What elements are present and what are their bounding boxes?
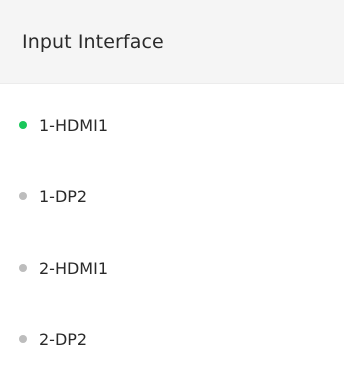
status-dot-icon [19,264,27,272]
input-item-label: 1-HDMI1 [39,115,109,135]
input-item-label: 2-DP2 [39,329,88,349]
input-item-label: 2-HDMI1 [39,258,109,278]
input-item-2-dp2[interactable]: 2-DP2 [0,317,344,361]
input-item-1-dp2[interactable]: 1-DP2 [0,174,344,218]
status-dot-icon [19,192,27,200]
input-interface-panel: Input Interface 1-HDMI1 1-DP2 2-HDMI1 2-… [0,0,344,365]
input-item-label: 1-DP2 [39,186,88,206]
input-item-2-hdmi1[interactable]: 2-HDMI1 [0,246,344,290]
status-dot-icon [19,335,27,343]
input-item-1-hdmi1[interactable]: 1-HDMI1 [0,103,344,147]
panel-title: Input Interface [22,30,164,53]
input-list: 1-HDMI1 1-DP2 2-HDMI1 2-DP2 [0,84,344,365]
panel-header: Input Interface [0,0,344,84]
status-dot-icon [19,121,27,129]
